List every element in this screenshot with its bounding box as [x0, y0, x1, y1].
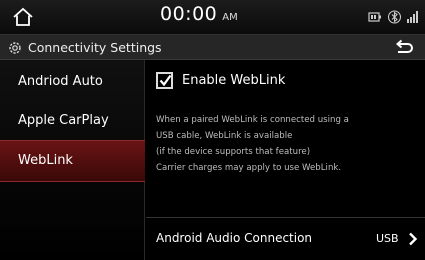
clock-time: 00:00: [160, 3, 218, 25]
chevron-right-icon: [409, 232, 418, 246]
description-line: Carrier charges may apply to use WebLink…: [156, 163, 342, 173]
sidebar-item-weblink[interactable]: WebLink: [0, 140, 145, 182]
home-icon: [13, 7, 33, 26]
clock: 00:00 AM: [160, 3, 270, 31]
clock-ampm: AM: [222, 12, 238, 23]
sidebar-item-android-auto[interactable]: Andriod Auto: [0, 62, 145, 102]
back-arrow-icon: [395, 39, 413, 53]
gear-icon: [9, 42, 21, 54]
back-button[interactable]: [393, 38, 415, 58]
description-line: (if the device supports that feature): [156, 147, 311, 157]
status-bar: 00:00 AM: [0, 0, 425, 34]
enable-weblink-checkbox[interactable]: [156, 71, 173, 89]
home-button[interactable]: [10, 5, 36, 29]
enable-weblink-option[interactable]: Enable WebLink: [156, 70, 285, 90]
settings-panel: Enable WebLink When a paired WebLink is …: [146, 60, 425, 260]
header-bar: Connectivity Settings: [0, 34, 425, 60]
status-icons: [368, 9, 419, 25]
signal-strength-icon: [407, 11, 418, 23]
description-line: When a paired WebLink is connected using…: [156, 115, 349, 125]
sidebar-menu: Andriod Auto Apple CarPlay WebLink: [0, 60, 145, 260]
sidebar-item-apple-carplay[interactable]: Apple CarPlay: [0, 101, 145, 141]
phone-battery-icon: [368, 12, 381, 22]
weblink-description: When a paired WebLink is connected using…: [156, 112, 420, 176]
checkmark-icon: [159, 74, 172, 86]
android-audio-connection-label: Android Audio Connection: [156, 231, 313, 245]
enable-weblink-label: Enable WebLink: [182, 72, 286, 88]
android-audio-connection-row[interactable]: Android Audio Connection USB: [146, 218, 425, 260]
description-line: USB cable, WebLink is available: [156, 131, 293, 141]
bluetooth-icon: [388, 10, 401, 24]
page-title: Connectivity Settings: [28, 40, 162, 55]
android-audio-connection-value: USB: [376, 232, 399, 245]
